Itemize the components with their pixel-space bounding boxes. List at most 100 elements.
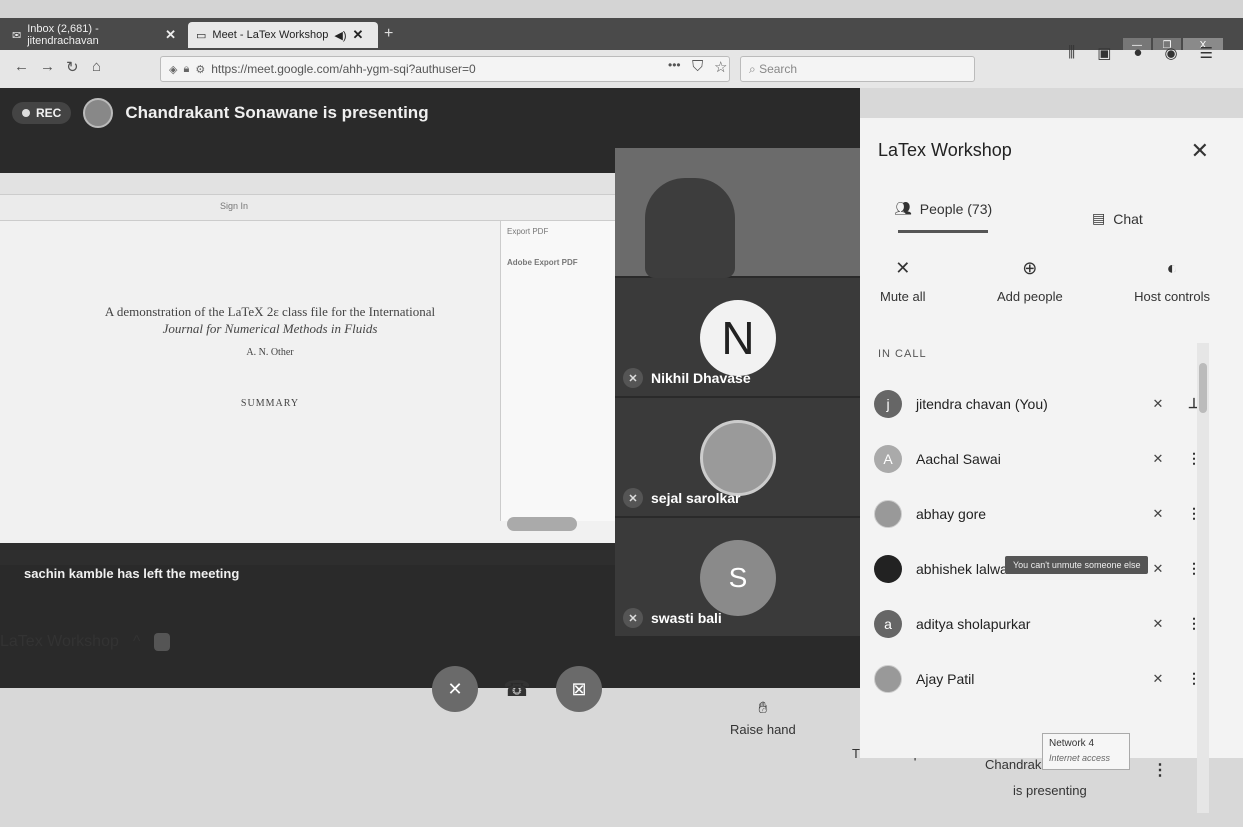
participant-tiles: N ✕ Nikhil Dhavase ✕ sejal sarolkar S ✕ swa… [615,148,860,638]
avatar [874,499,902,528]
chat-icon: ▤ [1092,210,1106,226]
participant-name: abhay gore [916,505,987,522]
participant-name: Aachal Sawai [916,450,1001,467]
rec-label: REC [36,106,62,120]
recording-badge: REC [12,102,72,124]
tab-meet[interactable]: ▭ Meet - LaTex Workshop ◀) ✕ [188,22,378,48]
tile-name: Nikhil Dhavase [651,370,751,386]
participant-list: j jitendra chavan (You) ✕ ⊥ A Aachal Saw… [874,376,1204,706]
list-item: abhay gore ✕ ⋮ [874,486,1204,541]
toggle-icon: ◐ [1166,258,1178,278]
meeting-details[interactable]: LaTex Workshop ^ [0,633,171,651]
mic-off-icon[interactable]: ✕ [1146,616,1170,632]
mic-off-icon[interactable]: ✕ [1146,396,1170,412]
more-options-icon[interactable]: ⋮ [1152,760,1168,780]
reload-icon[interactable]: ↻ [66,58,79,76]
mute-all-label: Mute all [880,289,926,304]
participant-name: aditya sholapurkar [916,615,1031,632]
menu-icon[interactable]: ☰ [1200,44,1213,62]
chat-tab-label: Chat [1113,210,1143,227]
close-icon[interactable]: ✕ [1191,138,1209,164]
host-tools: ✕ Mute all ⊕ Add people ◐ Host controls [880,258,1210,304]
doc-title-line2: Journal for Numerical Methods in Fluids [162,321,378,336]
raise-hand-label: Raise hand [730,722,796,737]
raise-hand-button[interactable]: ✋︎ Raise hand [730,700,796,737]
mic-off-icon: ✕ [623,368,643,388]
speaker-icon: ◀) [334,29,347,42]
doc-summary-heading: SUMMARY [240,398,300,409]
mail-icon: ✉ [12,29,22,42]
search-placeholder: Search [759,62,798,76]
bookmark-star-icon[interactable]: ☆ [714,58,727,76]
forward-arrow-icon[interactable]: → [40,58,55,75]
avatar: j [874,389,902,418]
url-bar[interactable]: ◈ 🔒︎ ⚙ https://meet.google.com/ahh-ygm-s… [160,56,730,82]
host-controls-button[interactable]: ◐ Host controls [1134,258,1210,304]
active-tab-indicator [898,230,988,233]
avatar [874,664,902,693]
mic-off-icon[interactable]: ✕ [1146,506,1170,522]
people-tab-label: People (73) [919,200,993,217]
participant-video [645,178,735,278]
mic-toggle-button[interactable]: ✕ [432,666,478,712]
panel-scrollbar[interactable] [1197,343,1209,813]
pocket-icon[interactable]: ⛉ [692,58,703,75]
panel-title: LaTex Workshop [878,140,1012,160]
participant-tile: ✕ sejal sarolkar [615,398,860,518]
toolbar-right-icons: ⫼ ▣ ● ◉ ☰ [1068,44,1213,62]
video-icon: ▭ [196,29,207,42]
pdf-side-pane: Export PDF Adobe Export PDF [500,221,615,531]
browser-nav-bar: ← → ↻ ⌂ ◈ 🔒︎ ⚙ https://meet.google.com/a… [0,50,1243,90]
shared-toolbar: Sign In [0,195,615,221]
search-input[interactable]: ⌕ Search [740,56,975,82]
tab-close-icon[interactable]: ✕ [165,27,176,43]
video-tile [615,148,860,278]
add-people-button[interactable]: ⊕ Add people [997,258,1063,304]
list-item: A Aachal Sawai ✕ ⋮ [874,431,1204,486]
tab-chat[interactable]: ▤ Chat [1092,210,1143,227]
presenting-line2: is presenting [1013,783,1087,798]
network-tooltip: Network 4 Internet access [1042,733,1130,770]
avatar: a [874,609,902,638]
people-panel: LaTex Workshop ✕ 👥︎ People (73) ▤ Chat ✕… [860,118,1243,758]
doc-title-line1: A demonstration of the LaTeX 2ε class fi… [104,304,436,319]
mic-off-icon: ✕ [623,488,643,508]
library-icon[interactable]: ⫼ [1068,44,1075,62]
leave-call-button[interactable]: ☎ [494,666,540,712]
security-icon[interactable] [154,633,171,651]
mic-off-icon[interactable]: ✕ [1146,451,1170,467]
participant-tile: N ✕ Nikhil Dhavase [615,278,860,398]
shield-icon: ◈ [169,63,178,76]
shared-titlebar [0,173,615,195]
mic-off-icon[interactable]: ✕ [1146,561,1170,577]
account-icon[interactable]: ● [1133,44,1142,62]
tab-people[interactable]: 👥︎ People (73) [894,200,992,217]
tab-inbox[interactable]: ✉ Inbox (2,681) - jitendrachavan ✕ [4,22,184,48]
participant-tile: S ✕ swasti bali [615,518,860,638]
lock-icon: 🔒︎ [183,62,190,75]
network-status: Internet access [1049,753,1111,763]
avatar: S [700,540,776,616]
side-heading: Adobe Export PDF [507,258,578,267]
camera-toggle-button[interactable]: ⊠ [556,666,602,712]
meeting-name: LaTex Workshop [0,633,119,650]
mic-off-icon[interactable]: ✕ [1146,671,1170,687]
record-dot-icon [22,109,30,117]
browser-tab-bar: ✉ Inbox (2,681) - jitendrachavan ✕ ▭ Mee… [0,18,1243,50]
add-people-label: Add people [996,289,1063,304]
camera-off-icon: ⊠ [571,678,587,699]
more-dots-icon[interactable]: ••• [668,58,681,72]
home-icon[interactable]: ⌂ [92,58,101,75]
tab-close-icon[interactable]: ✕ [353,27,364,43]
presenting-bar: REC Chandrakant Sonawane is presenting [0,88,860,138]
doc-author: A. N. Other [246,347,294,358]
mute-all-button[interactable]: ✕ Mute all [880,258,926,304]
back-arrow-icon[interactable]: ← [14,58,29,75]
new-tab-button[interactable]: + [384,25,393,43]
tab-title: Inbox (2,681) - jitendrachavan [27,23,99,47]
extension-icon[interactable]: ◉ [1164,44,1177,62]
sidebar-icon[interactable]: ▣ [1097,44,1111,62]
url-text: https://meet.google.com/ahh-ygm-sqi?auth… [211,62,476,76]
host-controls-label: Host controls [1134,289,1210,304]
scrollbar-thumb[interactable] [1199,363,1207,413]
